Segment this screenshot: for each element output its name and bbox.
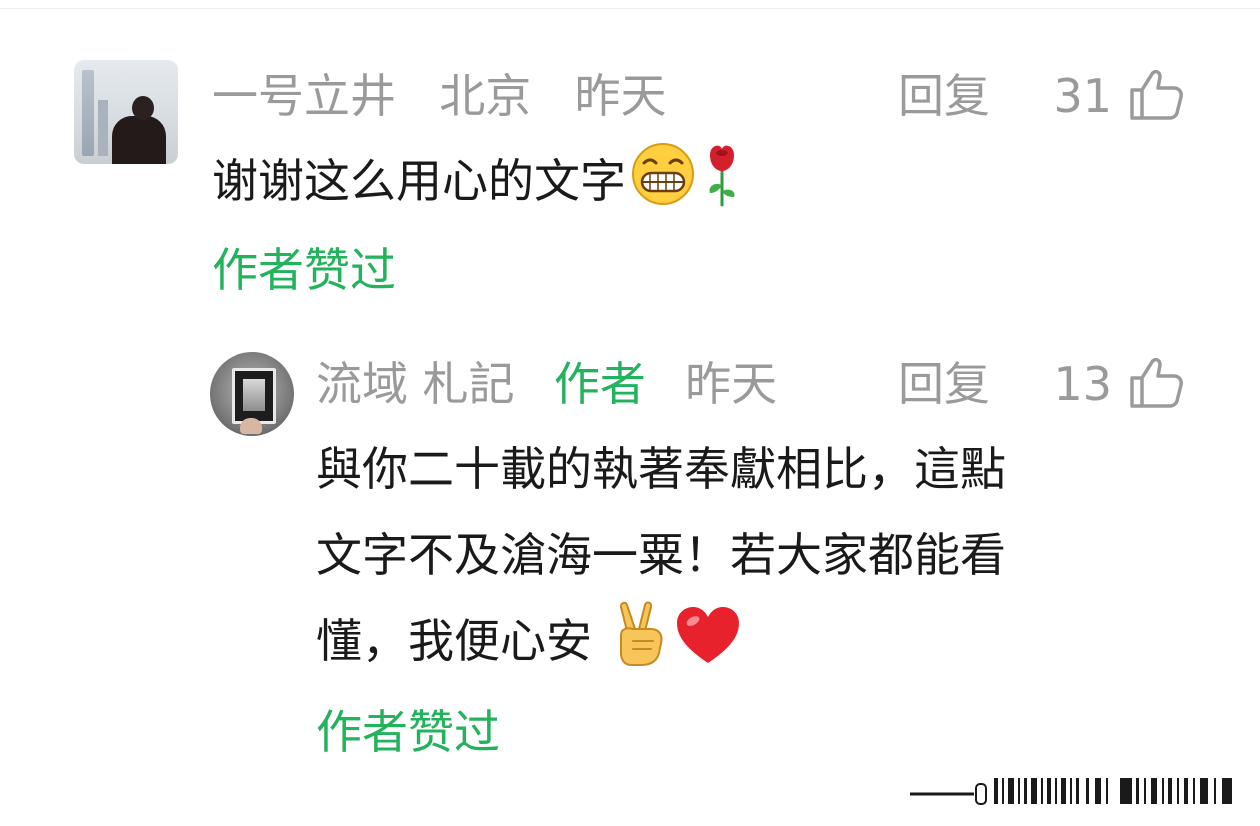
reply-text-line-3: 懂，我便心安 — [316, 614, 592, 668]
reply-reply-button[interactable]: 回复 — [898, 354, 990, 414]
reply-meta: 流域 札記 作者 昨天 — [316, 354, 777, 414]
thumbs-up-icon[interactable] — [1128, 66, 1184, 122]
comment-meta: 一号立井 北京 昨天 — [212, 66, 667, 126]
comment-reply-button[interactable]: 回复 — [898, 66, 990, 126]
reply-username[interactable]: 流域 札記 — [316, 357, 515, 411]
author-badge: 作者 — [553, 357, 646, 411]
reply-time: 昨天 — [685, 357, 778, 411]
red-heart-icon — [676, 607, 739, 663]
rose-icon — [709, 145, 735, 207]
victory-hand-icon — [619, 601, 663, 666]
comment-location: 北京 — [439, 69, 532, 123]
grinning-face-icon — [632, 143, 694, 205]
reply-text-line-3-row: 懂，我便心安 — [316, 598, 741, 684]
comment-like-count: 31 — [1053, 69, 1112, 123]
watermark-barcode — [910, 778, 1232, 805]
avatar-commenter[interactable] — [74, 60, 178, 164]
comment-text-line: 谢谢这么用心的文字 — [212, 138, 744, 224]
reply-author-liked: 作者赞过 — [316, 705, 500, 759]
reply-like-count: 13 — [1053, 357, 1112, 411]
reply-text-line-1: 與你二十載的執著奉獻相比，這點 — [316, 442, 1006, 496]
comment-text: 谢谢这么用心的文字 — [212, 154, 626, 208]
comment-author-liked: 作者赞过 — [212, 243, 396, 297]
comment-time: 昨天 — [574, 69, 667, 123]
thumbs-up-icon[interactable] — [1128, 354, 1184, 410]
top-divider — [0, 8, 1260, 9]
comment-username[interactable]: 一号立井 — [212, 69, 396, 123]
reply-text-line-2: 文字不及滄海一粟！若大家都能看 — [316, 528, 1006, 582]
avatar-author[interactable] — [210, 352, 294, 436]
